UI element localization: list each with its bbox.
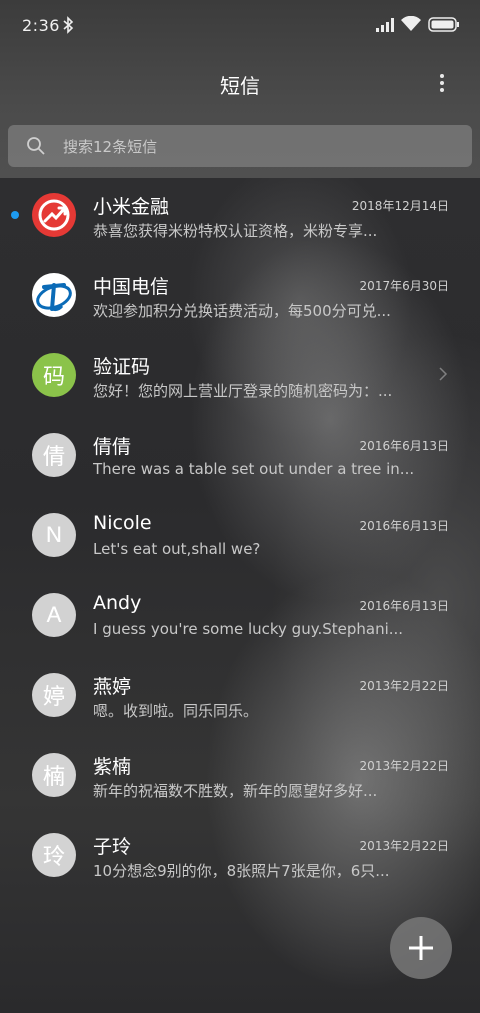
contact-name: 燕婷 [93,676,132,698]
contact-name: Nicole [93,512,152,534]
avatar: 倩 [32,433,76,477]
avatar-text: 婷 [42,684,65,709]
contact-name: 子玲 [93,836,132,858]
contact-name: 倩倩 [93,436,132,458]
messages-screen: 2:36 短信 搜索12条短信 小米金融 2018年12月14日 恭喜您获得米粉… [0,0,480,1013]
avatar: N [32,513,76,557]
message-preview: 新年的祝福数不胜数，新年的愿望好多好... [93,782,378,800]
message-preview: 您好！您的网上营业厅登录的随机密码为：... [93,382,393,400]
conversation-row[interactable]: 倩 倩倩 2016年6月13日 There was a table set ou… [0,418,480,498]
conversation-row[interactable]: 中国电信 2017年6月30日 欢迎参加积分兑换话费活动，每500分可兑... [0,258,480,338]
avatar: A [32,593,76,637]
contact-name: 验证码 [93,356,151,378]
message-date: 2017年6月30日 [359,279,449,293]
avatar-text: 玲 [42,844,65,869]
bluetooth-icon [63,16,74,34]
message-date: 2013年2月22日 [359,679,449,693]
message-preview: 欢迎参加积分兑换话费活动，每500分可兑... [93,302,391,320]
message-preview: 恭喜您获得米粉特权认证资格，米粉专享... [93,222,378,240]
conversation-row[interactable]: N Nicole 2016年6月13日 Let's eat out,shall … [0,498,480,578]
avatar-text: A [46,602,62,627]
search-placeholder: 搜索12条短信 [63,138,158,156]
message-date: 2016年6月13日 [359,439,449,453]
mi-finance-logo-icon [32,193,76,237]
contact-name: 小米金融 [93,196,170,218]
page-title: 短信 [220,74,260,98]
avatar: 婷 [32,673,76,717]
conversation-row[interactable]: A Andy 2016年6月13日 I guess you're some lu… [0,578,480,658]
message-date: 2016年6月13日 [359,519,449,533]
wifi-icon [401,16,421,31]
message-preview: There was a table set out under a tree i… [93,460,413,478]
conversation-row[interactable]: 玲 子玲 2013年2月22日 10分想念9别的你，8张照片7张是你，6只... [0,818,480,898]
message-date: 2013年2月22日 [359,759,449,773]
avatar-text: 楠 [42,764,65,789]
search-input[interactable]: 搜索12条短信 [8,125,472,167]
message-preview: Let's eat out,shall we? [93,540,261,558]
more-icon[interactable] [434,72,450,94]
avatar: 玲 [32,833,76,877]
china-telecom-logo-icon [32,273,76,317]
plus-icon [409,936,433,960]
signal-icon [376,18,394,32]
avatar: 码 [32,353,76,397]
contact-name: 紫楠 [93,756,132,778]
search-icon [27,137,45,155]
unread-indicator [11,211,19,219]
new-message-button[interactable] [390,917,452,979]
conversation-row[interactable]: 小米金融 2018年12月14日 恭喜您获得米粉特权认证资格，米粉专享... [0,178,480,258]
avatar-text: 码 [42,365,65,390]
message-preview: 嗯。收到啦。同乐同乐。 [93,702,259,720]
status-time: 2:36 [22,16,60,35]
battery-icon [428,17,459,32]
status-bar: 2:36 [0,0,480,52]
message-date: 2016年6月13日 [359,599,449,613]
avatar-text: N [46,522,62,547]
avatar-text: 倩 [42,444,65,469]
message-date: 2013年2月22日 [359,839,449,853]
chevron-right-icon [439,367,448,381]
message-preview: I guess you're some lucky guy.Stephani..… [93,620,404,638]
contact-name: Andy [93,592,142,614]
conversation-row[interactable]: 婷 燕婷 2013年2月22日 嗯。收到啦。同乐同乐。 [0,658,480,738]
contact-name: 中国电信 [93,276,170,298]
conversation-row[interactable]: 楠 紫楠 2013年2月22日 新年的祝福数不胜数，新年的愿望好多好... [0,738,480,818]
message-date: 2018年12月14日 [351,199,449,213]
conversation-row[interactable]: 码 验证码 您好！您的网上营业厅登录的随机密码为：... [0,338,480,418]
avatar: 楠 [32,753,76,797]
message-preview: 10分想念9别的你，8张照片7张是你，6只... [93,862,390,880]
